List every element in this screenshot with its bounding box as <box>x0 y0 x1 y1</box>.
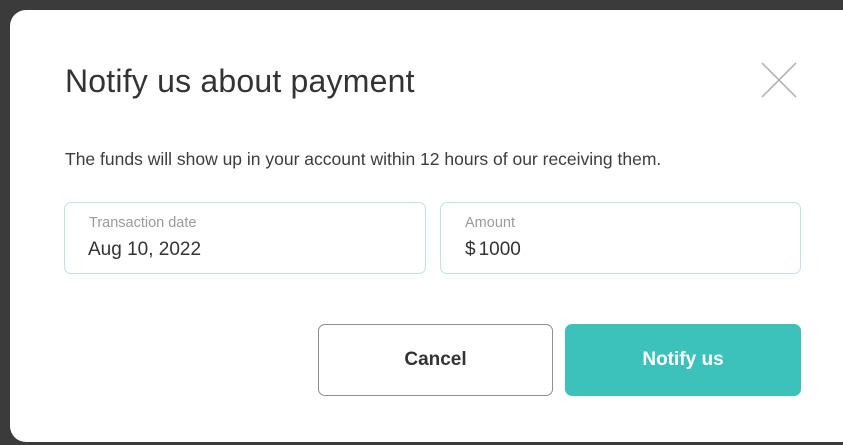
transaction-date-field[interactable]: Transaction date <box>64 202 426 274</box>
close-button[interactable] <box>758 59 800 101</box>
close-icon <box>761 62 797 98</box>
amount-field[interactable]: Amount $ <box>440 202 801 274</box>
currency-symbol: $ <box>465 239 476 260</box>
notify-payment-dialog: Notify us about payment The funds will s… <box>10 10 843 442</box>
amount-row: $ <box>465 239 599 261</box>
transaction-date-label: Transaction date <box>89 215 197 231</box>
cancel-button[interactable]: Cancel <box>318 324 553 396</box>
notify-us-button[interactable]: Notify us <box>565 324 801 396</box>
amount-input[interactable] <box>478 239 599 261</box>
transaction-date-input[interactable] <box>88 239 388 261</box>
dialog-title: Notify us about payment <box>65 63 415 99</box>
dialog-description: The funds will show up in your account w… <box>65 149 662 169</box>
amount-label: Amount <box>465 215 515 231</box>
